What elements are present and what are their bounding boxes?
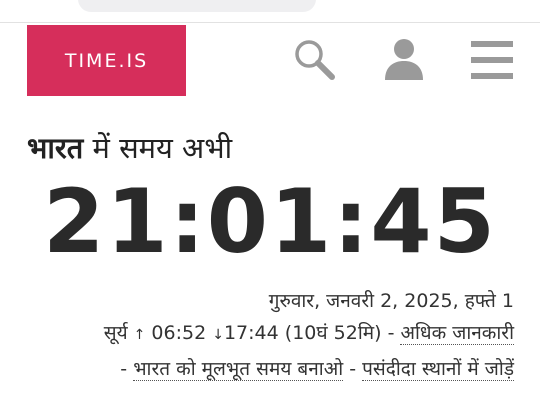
- sun-label: सूर्य: [103, 322, 128, 344]
- separator: -: [120, 358, 128, 380]
- country-name: भारत: [27, 131, 84, 165]
- sun-info-line: सूर्य ↑ 06:52 ↓17:44 (10घं 52मि) - अधिक …: [104, 319, 514, 345]
- current-time: 21:01:45: [43, 170, 497, 273]
- page: TIME.IS भारत में समय अभी 21:01:45 गुरुवा…: [0, 0, 540, 404]
- more-info-link[interactable]: अधिक जानकारी: [400, 322, 514, 345]
- title-rest: में समय अभी: [83, 131, 233, 165]
- search-icon[interactable]: [290, 36, 338, 84]
- address-bar[interactable]: [78, 0, 316, 12]
- add-to-favorites-link[interactable]: पसंदीदा स्थानों में जोड़ें: [362, 358, 514, 381]
- user-icon[interactable]: [380, 36, 428, 84]
- logo-text: TIME.IS: [64, 49, 149, 72]
- logo[interactable]: TIME.IS: [27, 25, 186, 96]
- make-base-time-link[interactable]: भारत को मूलभूत समय बनाओ: [133, 358, 344, 381]
- day-length: (10घं 52मि): [284, 322, 382, 344]
- sunset-arrow-icon: ↓: [212, 327, 224, 343]
- page-title: भारत में समय अभी: [27, 128, 232, 167]
- sunrise-time: 06:52: [151, 322, 207, 344]
- date-line: गुरुवार, जनवरी 2, 2025, हफ्ते 1: [268, 290, 514, 312]
- action-links-line: - भारत को मूलभूत समय बनाओ - पसंदीदा स्था…: [120, 355, 514, 381]
- sunset-time: 17:44: [223, 322, 279, 344]
- sunrise-arrow-icon: ↑: [133, 327, 146, 343]
- browser-top-strip: [0, 0, 540, 23]
- menu-icon[interactable]: [468, 36, 516, 84]
- separator: -: [387, 322, 395, 344]
- separator: -: [349, 358, 357, 380]
